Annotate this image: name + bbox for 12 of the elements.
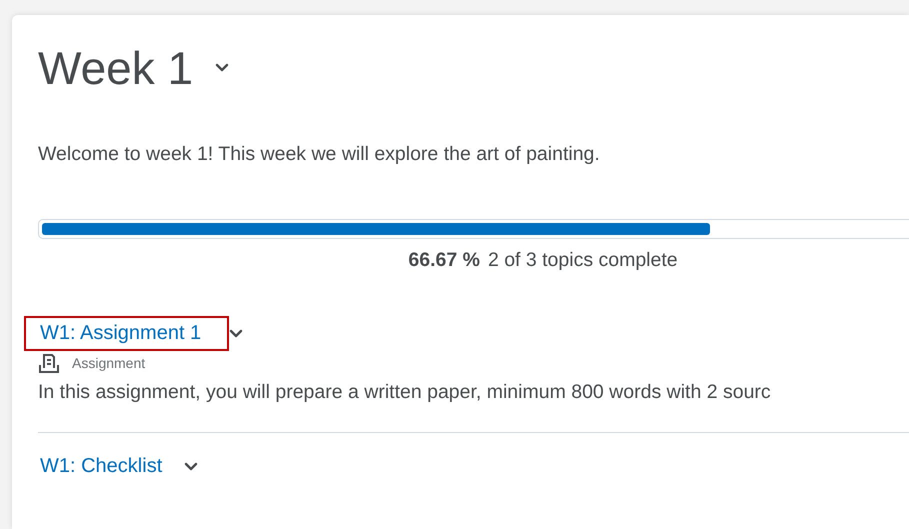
item-title-link[interactable]: W1: Assignment 1 [24, 316, 230, 351]
chevron-down-icon[interactable] [215, 63, 230, 73]
item-description: In this assignment, you will prepare a written paper, minimum 800 words with 2 sourc [38, 381, 772, 404]
item-type-label: Assignment [72, 355, 146, 371]
progress-percent: 66.67 % [408, 249, 480, 272]
progress-summary: 2 of 3 topics complete [488, 249, 678, 272]
chevron-down-icon[interactable] [229, 328, 244, 338]
module-description: Welcome to week 1! This week we will explore the art of painting. [38, 143, 601, 166]
module-title: Week 1 [38, 41, 194, 96]
chevron-down-icon[interactable] [184, 462, 198, 472]
item-title-link[interactable]: W1: Checklist [24, 449, 184, 484]
document-tray-icon [38, 353, 60, 373]
